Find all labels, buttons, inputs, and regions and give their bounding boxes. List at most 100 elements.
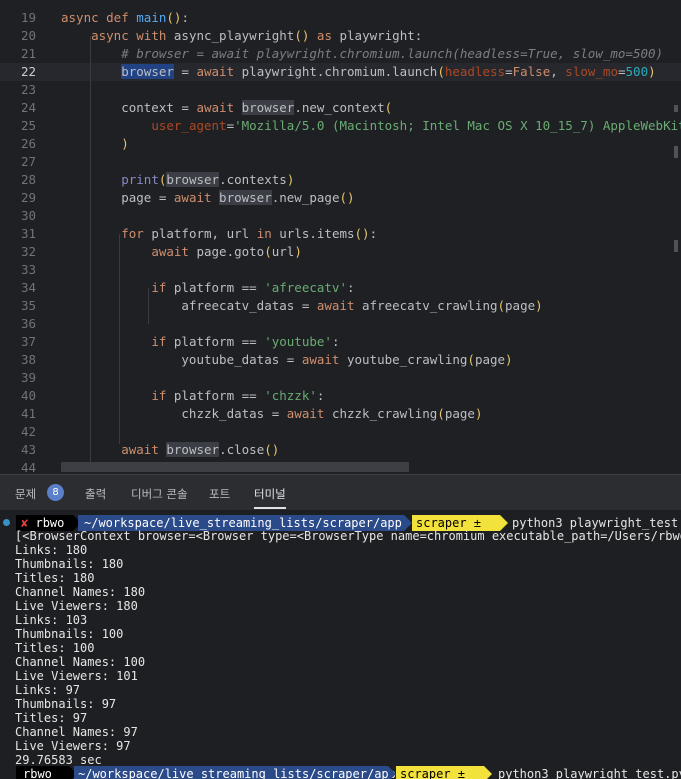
code-line[interactable]: 20 async with async_playwright() as play… bbox=[0, 27, 681, 45]
terminal-line: [<BrowserContext browser=<Browser type=<… bbox=[15, 529, 681, 543]
code-text[interactable]: if platform == 'chzzk': bbox=[61, 387, 324, 405]
terminal-line: Live Viewers: 180 bbox=[15, 599, 138, 613]
tab-terminal[interactable]: 터미널 bbox=[254, 486, 286, 509]
line-number: 41 bbox=[20, 406, 36, 421]
code-line[interactable]: 32 await page.goto(url) bbox=[0, 243, 681, 261]
terminal-line: 29.76583 sec bbox=[15, 753, 102, 767]
code-line[interactable]: 36 bbox=[0, 315, 681, 333]
terminal-line: Channel Names: 180 bbox=[15, 585, 146, 599]
code-line[interactable]: 33 bbox=[0, 261, 681, 279]
line-number: 36 bbox=[20, 316, 36, 331]
code-line[interactable]: 42 bbox=[0, 423, 681, 441]
terminal-line: Channel Names: 97 bbox=[15, 725, 138, 739]
code-editor[interactable]: 44 43 await browser.close() 42 41 chzzk_dat… bbox=[0, 0, 681, 474]
line-number: 37 bbox=[20, 334, 36, 349]
code-line[interactable]: 34 if platform == 'afreecatv': bbox=[0, 279, 681, 297]
line-number: 38 bbox=[20, 352, 36, 367]
tab-ports[interactable]: 포트 bbox=[209, 486, 230, 502]
line-number: 31 bbox=[20, 226, 36, 241]
scroll-marker bbox=[674, 240, 678, 252]
line-number: 43 bbox=[20, 442, 36, 457]
terminal-line: Channel Names: 100 bbox=[15, 655, 146, 669]
code-line[interactable]: 37 if platform == 'youtube': bbox=[0, 333, 681, 351]
line-number: 19 bbox=[20, 10, 36, 25]
code-line[interactable]: 43 await browser.close() bbox=[0, 441, 681, 459]
indent-guide bbox=[148, 288, 149, 324]
tab-problems[interactable]: 문제 bbox=[15, 486, 36, 502]
code-text[interactable]: for platform, url in urls.items(): bbox=[61, 225, 377, 243]
prompt-separator-icon bbox=[484, 766, 492, 779]
code-text[interactable]: if platform == 'youtube': bbox=[61, 333, 339, 351]
code-text[interactable]: ) bbox=[61, 135, 129, 153]
code-line[interactable]: 27 bbox=[0, 153, 681, 171]
scroll-marker bbox=[674, 146, 678, 158]
code-text[interactable]: afreecatv_datas = await afreecatv_crawli… bbox=[61, 297, 542, 315]
line-number: 25 bbox=[20, 118, 36, 133]
line-number: 34 bbox=[20, 280, 36, 295]
line-number: 33 bbox=[20, 262, 36, 277]
line-number: 32 bbox=[20, 244, 36, 259]
code-text[interactable]: await page.goto(url) bbox=[61, 243, 302, 261]
prompt-command: python3 playwright_test.py bbox=[498, 767, 681, 779]
error-status-icon: ✘ bbox=[21, 516, 29, 530]
code-text[interactable]: await browser.close() bbox=[61, 441, 279, 459]
line-number: 42 bbox=[20, 424, 36, 439]
line-number: 23 bbox=[20, 82, 36, 97]
code-text[interactable]: async def main(): bbox=[61, 9, 189, 27]
horizontal-scrollbar[interactable] bbox=[61, 462, 409, 472]
command-status-dot bbox=[3, 519, 10, 526]
line-number: 35 bbox=[20, 298, 36, 313]
terminal-line: Links: 97 bbox=[15, 683, 81, 697]
terminal-line: Thumbnails: 100 bbox=[15, 627, 124, 641]
code-line[interactable]: 21 # browser = await playwright.chromium… bbox=[0, 45, 681, 63]
line-number: 22 bbox=[20, 64, 36, 79]
code-text[interactable]: browser = await playwright.chromium.laun… bbox=[61, 63, 656, 81]
line-number: 27 bbox=[20, 154, 36, 169]
code-line[interactable]: 38 youtube_datas = await youtube_crawlin… bbox=[0, 351, 681, 369]
line-number: 40 bbox=[20, 388, 36, 403]
code-text[interactable]: youtube_datas = await youtube_crawling(p… bbox=[61, 351, 512, 369]
panel-tab-bar: 문제 8 출력 디버그 콘솔 포트 터미널 bbox=[0, 474, 681, 511]
code-line[interactable]: 25 user_agent='Mozilla/5.0 (Macintosh; I… bbox=[0, 117, 681, 135]
prompt-user: rbwo bbox=[35, 516, 65, 530]
code-text[interactable]: user_agent='Mozilla/5.0 (Macintosh; Inte… bbox=[61, 117, 681, 135]
problems-count-badge: 8 bbox=[47, 484, 64, 501]
code-text[interactable]: # browser = await playwright.chromium.la… bbox=[61, 45, 663, 63]
code-text[interactable]: page = await browser.new_page() bbox=[61, 189, 355, 207]
scroll-marker bbox=[674, 105, 678, 112]
code-text[interactable]: async with async_playwright() as playwri… bbox=[61, 27, 422, 45]
terminal-line: Links: 180 bbox=[15, 543, 88, 557]
code-text[interactable]: context = await browser.new_context( bbox=[61, 99, 392, 117]
terminal-line: Titles: 100 bbox=[15, 641, 95, 655]
code-line[interactable]: 19 async def main(): bbox=[0, 9, 681, 27]
line-number: 30 bbox=[20, 208, 36, 223]
code-line[interactable]: 39 bbox=[0, 369, 681, 387]
line-number: 28 bbox=[20, 172, 36, 187]
prompt-git-branch: scraper ± bbox=[396, 766, 484, 779]
code-line[interactable]: 26 ) bbox=[0, 135, 681, 153]
line-number: 21 bbox=[20, 46, 36, 61]
indent-guide bbox=[90, 36, 91, 466]
tab-output[interactable]: 출력 bbox=[85, 486, 106, 502]
indent-guide bbox=[119, 234, 120, 444]
code-line[interactable]: 24 context = await browser.new_context( bbox=[0, 99, 681, 117]
terminal[interactable]: ✘ rbwo ~/workspace/live_streaming_lists/… bbox=[0, 510, 681, 779]
code-line[interactable]: 35 afreecatv_datas = await afreecatv_cra… bbox=[0, 297, 681, 315]
code-line[interactable]: 28 print(browser.contexts) bbox=[0, 171, 681, 189]
tab-debug-console[interactable]: 디버그 콘솔 bbox=[131, 486, 188, 502]
line-number: 29 bbox=[20, 190, 36, 205]
code-line[interactable]: 29 page = await browser.new_page() bbox=[0, 189, 681, 207]
code-line[interactable]: 23 bbox=[0, 81, 681, 99]
line-number: 26 bbox=[20, 136, 36, 151]
code-line[interactable]: 31 for platform, url in urls.items(): bbox=[0, 225, 681, 243]
code-line[interactable]: 41 chzzk_datas = await chzzk_crawling(pa… bbox=[0, 405, 681, 423]
code-line[interactable]: 40 if platform == 'chzzk': bbox=[0, 387, 681, 405]
code-text[interactable]: if platform == 'afreecatv': bbox=[61, 279, 354, 297]
code-text[interactable]: print(browser.contexts) bbox=[61, 171, 294, 189]
code-line[interactable]: 22 browser = await playwright.chromium.l… bbox=[0, 63, 681, 81]
code-text[interactable]: chzzk_datas = await chzzk_crawling(page) bbox=[61, 405, 482, 423]
code-line[interactable]: 30 bbox=[0, 207, 681, 225]
terminal-line: Live Viewers: 97 bbox=[15, 739, 131, 753]
terminal-line: Titles: 180 bbox=[15, 571, 95, 585]
terminal-line: Thumbnails: 180 bbox=[15, 557, 124, 571]
